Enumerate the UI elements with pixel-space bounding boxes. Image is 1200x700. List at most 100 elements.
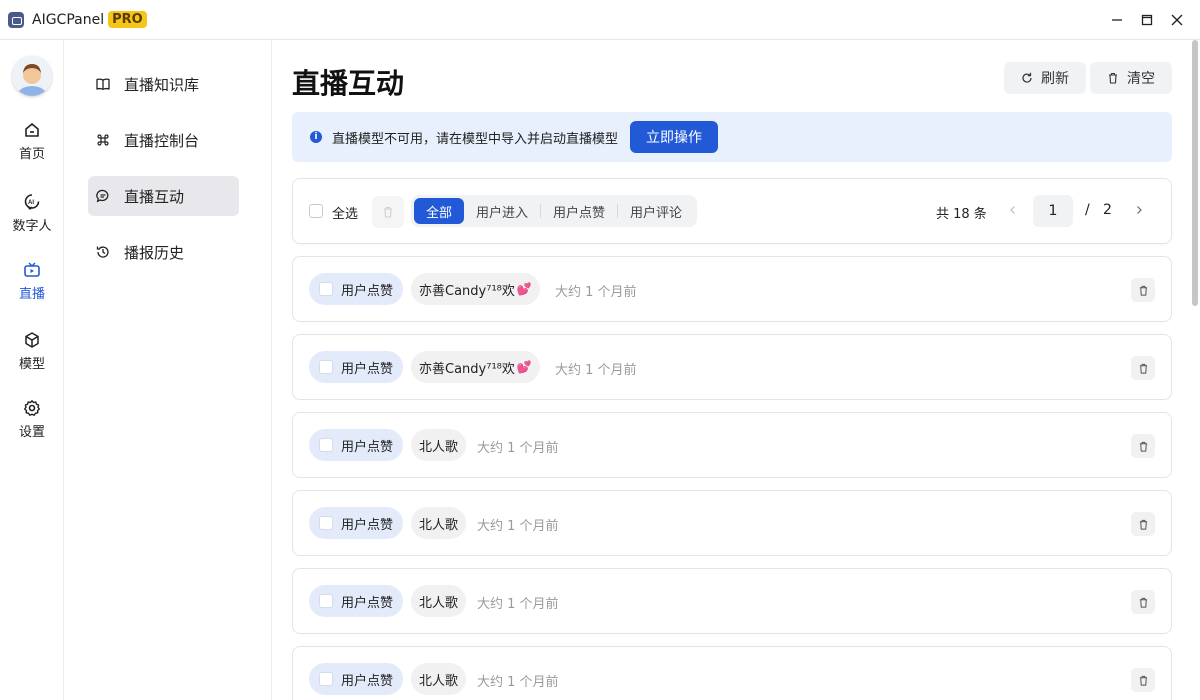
user-chip: 北人歌 xyxy=(411,429,467,461)
row-checkbox[interactable] xyxy=(319,438,333,452)
app-logo-icon xyxy=(8,11,24,28)
subnav-item-knowledge-base[interactable]: 直播知识库 xyxy=(88,64,239,104)
list-item: 用户点赞 北人歌 大约 1 个月前 xyxy=(292,412,1172,478)
avatar[interactable] xyxy=(12,56,52,96)
rail-item-model[interactable]: 模型 xyxy=(0,326,64,376)
subnav-item-console[interactable]: 直播控制台 xyxy=(88,120,239,160)
row-checkbox[interactable] xyxy=(319,594,333,608)
row-delete-button[interactable] xyxy=(1131,278,1155,302)
bulk-delete-button[interactable] xyxy=(372,196,404,228)
clear-label: 清空 xyxy=(1127,71,1155,87)
window-controls xyxy=(1102,0,1192,40)
event-type-chip: 用户点赞 xyxy=(309,273,403,305)
refresh-label: 刷新 xyxy=(1041,71,1069,87)
event-type-chip: 用户点赞 xyxy=(309,429,403,461)
user-name: 北人歌 xyxy=(419,673,459,689)
list-item: 用户点赞 北人歌 大约 1 个月前 xyxy=(292,490,1172,556)
subnav-item-label: 直播控制台 xyxy=(124,131,200,150)
event-type-label: 用户点赞 xyxy=(341,439,394,455)
timestamp: 大约 1 个月前 xyxy=(477,441,559,456)
user-name: 北人歌 xyxy=(419,595,459,611)
tab-user-comment[interactable]: 用户评论 xyxy=(618,198,694,224)
pro-badge: PRO xyxy=(108,11,147,28)
filter-bar: 全选 全部 用户进入 用户点赞 用户评论 共 18 条 1 / 2 xyxy=(292,178,1172,244)
info-icon: i xyxy=(310,131,322,143)
notice-text: 直播模型不可用，请在模型中导入并启动直播模型 xyxy=(332,131,619,147)
close-window-button[interactable] xyxy=(1162,5,1192,35)
maximize-button[interactable] xyxy=(1132,5,1162,35)
trash-icon xyxy=(1139,519,1147,530)
trash-icon xyxy=(1139,363,1147,374)
page-number-input[interactable]: 1 xyxy=(1033,195,1073,227)
row-delete-button[interactable] xyxy=(1131,668,1155,692)
page-title: 直播互动 xyxy=(292,67,405,100)
event-type-label: 用户点赞 xyxy=(341,283,394,299)
timestamp: 大约 1 个月前 xyxy=(477,597,559,612)
user-name: 北人歌 xyxy=(419,439,459,455)
list-item: 用户点赞 亦善Candy⁷¹⁸欢 💕 大约 1 个月前 xyxy=(292,256,1172,322)
page-separator: / xyxy=(1085,202,1090,218)
heart-emoji: 💕 xyxy=(516,360,532,374)
event-type-chip: 用户点赞 xyxy=(309,507,403,539)
subnav-item-interaction[interactable]: 直播互动 xyxy=(88,176,239,216)
event-type-label: 用户点赞 xyxy=(341,595,394,611)
minimize-button[interactable] xyxy=(1102,5,1132,35)
gear-icon xyxy=(24,399,40,416)
event-type-chip: 用户点赞 xyxy=(309,351,403,383)
user-name: 亦善Candy⁷¹⁸欢 xyxy=(419,361,515,377)
chat-bubble-icon xyxy=(96,189,109,203)
row-delete-button[interactable] xyxy=(1131,356,1155,380)
user-chip: 北人歌 xyxy=(411,663,467,695)
event-type-label: 用户点赞 xyxy=(341,517,394,533)
rail-item-digital-human[interactable]: AI 数字人 xyxy=(0,188,64,238)
rail-item-live[interactable]: 直播 xyxy=(0,256,64,306)
maximize-icon xyxy=(1141,14,1153,26)
rail-item-label: 设置 xyxy=(18,424,45,440)
user-chip: 北人歌 xyxy=(411,585,467,617)
timestamp: 大约 1 个月前 xyxy=(555,285,637,300)
tab-user-like[interactable]: 用户点赞 xyxy=(541,198,617,224)
trash-icon xyxy=(1139,675,1147,686)
title-bar: AIGCPanel PRO xyxy=(0,0,1200,40)
subnav-item-history[interactable]: 播报历史 xyxy=(88,232,239,272)
book-icon xyxy=(96,78,110,90)
chevron-right-icon[interactable] xyxy=(1134,205,1144,215)
rail-item-home[interactable]: 首页 xyxy=(0,116,64,166)
list-item: 用户点赞 北人歌 大约 1 个月前 xyxy=(292,568,1172,634)
timestamp: 大约 1 个月前 xyxy=(477,519,559,534)
main-content: 直播互动 刷新 清空 i 直播模型不可用，请在模型中导入并启动直播模型 立即操作… xyxy=(272,40,1190,700)
tab-user-enter[interactable]: 用户进入 xyxy=(464,198,540,224)
user-chip: 北人歌 xyxy=(411,507,467,539)
event-type-label: 用户点赞 xyxy=(341,673,394,689)
row-delete-button[interactable] xyxy=(1131,434,1155,458)
tab-all[interactable]: 全部 xyxy=(414,198,465,224)
user-name: 亦善Candy⁷¹⁸欢 xyxy=(419,283,515,299)
rail-item-settings[interactable]: 设置 xyxy=(0,394,64,444)
row-delete-button[interactable] xyxy=(1131,590,1155,614)
model-cube-icon xyxy=(25,331,39,348)
row-checkbox[interactable] xyxy=(319,516,333,530)
chevron-left-icon[interactable] xyxy=(1008,205,1018,215)
clear-button[interactable]: 清空 xyxy=(1090,62,1172,94)
timestamp: 大约 1 个月前 xyxy=(477,675,559,690)
row-checkbox[interactable] xyxy=(319,282,333,296)
select-all-checkbox[interactable] xyxy=(309,204,323,218)
subnav-item-label: 直播知识库 xyxy=(124,75,200,94)
vertical-scrollbar[interactable] xyxy=(1192,40,1198,306)
row-checkbox[interactable] xyxy=(319,672,333,686)
minimize-icon xyxy=(1112,19,1122,21)
subnav-item-label: 播报历史 xyxy=(124,243,185,262)
refresh-button[interactable]: 刷新 xyxy=(1004,62,1086,94)
user-chip: 亦善Candy⁷¹⁸欢 💕 xyxy=(411,351,540,383)
trash-icon xyxy=(1139,285,1147,296)
rail-item-label: 直播 xyxy=(18,286,45,302)
row-checkbox[interactable] xyxy=(319,360,333,374)
rail-item-label: 首页 xyxy=(18,146,45,162)
total-pages: 2 xyxy=(1103,202,1112,218)
row-delete-button[interactable] xyxy=(1131,512,1155,536)
rail-item-label: 数字人 xyxy=(12,218,52,234)
event-type-label: 用户点赞 xyxy=(341,361,394,377)
take-action-button[interactable]: 立即操作 xyxy=(630,121,719,153)
trash-icon xyxy=(1139,597,1147,608)
heart-emoji: 💕 xyxy=(516,282,532,296)
